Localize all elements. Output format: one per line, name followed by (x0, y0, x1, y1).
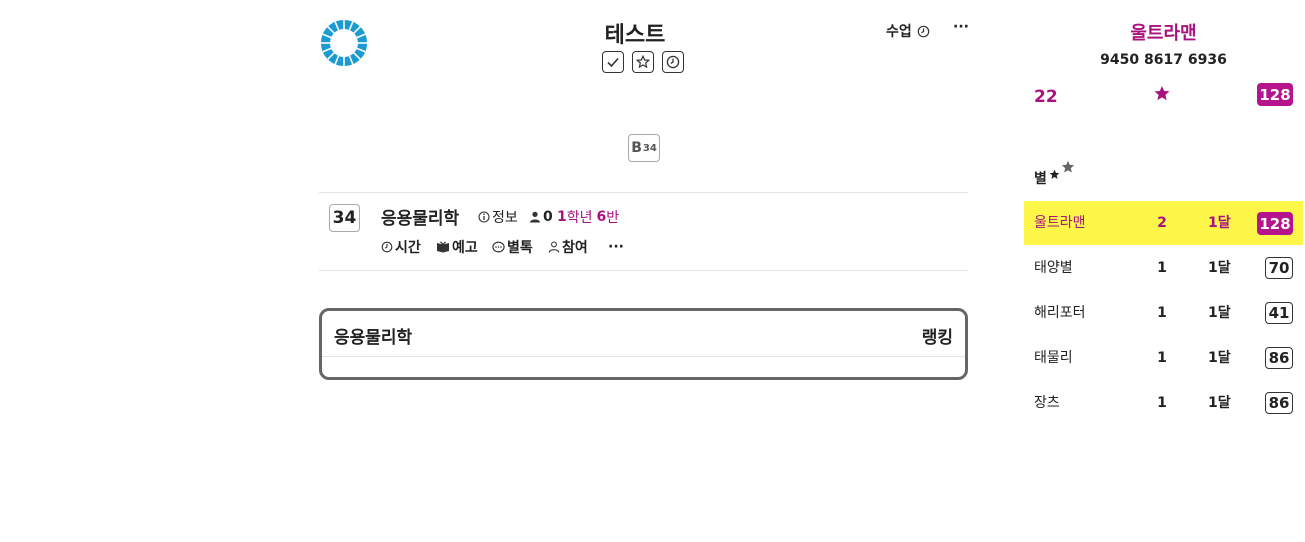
grade-word: 학년 (566, 210, 593, 226)
member-count-value: 0 (543, 209, 553, 225)
panel-divider (322, 356, 965, 357)
more-button[interactable]: ··· (953, 19, 969, 35)
preview-label: 예고 (452, 240, 478, 256)
info-icon (478, 211, 490, 223)
grade-letter: B (631, 140, 642, 156)
profile-name[interactable]: 울트라맨 (1024, 19, 1303, 45)
ranking-section-label: 별 (1034, 171, 1047, 187)
divider (319, 270, 968, 271)
preview-button[interactable]: 예고 (436, 237, 478, 257)
check-icon (607, 57, 619, 68)
profile-score: 128 (1257, 83, 1293, 106)
profile-phone: 9450 8617 6936 (1100, 52, 1227, 68)
logo-ring-icon (321, 20, 367, 66)
course-more-button[interactable]: ··· (608, 237, 624, 257)
star-button[interactable] (632, 51, 654, 73)
ranking-row[interactable]: 태물리 1 1달 86 (1024, 336, 1303, 380)
profile-star[interactable] (1153, 85, 1171, 106)
join-label: 참여 (562, 240, 588, 256)
star-filled-icon (1049, 169, 1060, 179)
class-label: 수업 (886, 24, 912, 40)
ranking-row[interactable]: 장츠 1 1달 86 (1024, 381, 1303, 425)
time-label: 시간 (395, 240, 421, 256)
class-word: 반 (606, 210, 620, 226)
rank-period: 1달 (1208, 215, 1231, 231)
course-info[interactable]: 정보 (478, 207, 518, 227)
class-num: 6 (596, 209, 607, 225)
rank-score: 128 (1257, 212, 1293, 235)
rank-period: 1달 (1208, 350, 1231, 366)
star-filled-icon (1061, 160, 1075, 173)
clock-icon (917, 25, 930, 37)
time-button[interactable]: 시간 (381, 237, 421, 257)
clock-button[interactable] (662, 51, 684, 73)
chat-label: 별톡 (507, 240, 533, 256)
member-count: 0 (529, 207, 553, 227)
book-icon (437, 241, 449, 253)
rank-count: 2 (1157, 215, 1167, 231)
ranking-panel: 응용물리학 랭킹 (319, 308, 968, 380)
profile-left-value: 22 (1034, 87, 1058, 107)
grade-sup: 34 (642, 142, 657, 154)
rank-period: 1달 (1208, 395, 1231, 411)
rank-count: 1 (1157, 395, 1167, 411)
panel-ranking-label[interactable]: 랭킹 (922, 323, 953, 348)
grade-class: 1 학년 6 반 (557, 207, 619, 227)
check-button[interactable] (602, 51, 624, 73)
rank-period: 1달 (1208, 305, 1231, 321)
rank-score: 86 (1265, 392, 1293, 414)
join-button[interactable]: 참여 (548, 237, 588, 257)
star-icon (636, 55, 650, 69)
rank-period: 1달 (1208, 260, 1231, 276)
grade-badge: B 34 (628, 134, 660, 162)
page-title: 테스트 (604, 23, 666, 48)
course-number-badge: 34 (329, 204, 360, 232)
ranking-row[interactable]: 해리포터 1 1달 41 (1024, 291, 1303, 335)
grade-num: 1 (557, 209, 567, 225)
panel-title: 응용물리학 (334, 328, 413, 348)
star-filled-icon (1154, 85, 1170, 101)
rank-score: 41 (1265, 302, 1293, 324)
rank-score: 70 (1265, 257, 1293, 279)
person-outline-icon (548, 241, 560, 253)
rank-name: 울트라맨 (1034, 215, 1086, 231)
course-name[interactable]: 응용물리학 (381, 204, 459, 229)
chat-button[interactable]: 별톡 (492, 237, 533, 257)
ranking-row[interactable]: 태양별 1 1달 70 (1024, 246, 1303, 290)
clock-icon (381, 241, 393, 253)
rank-count: 1 (1157, 350, 1167, 366)
logo[interactable] (320, 19, 368, 67)
class-menu[interactable]: 수업 (886, 21, 930, 41)
rank-name: 장츠 (1034, 395, 1060, 411)
rank-name: 태양별 (1034, 260, 1073, 276)
divider (319, 192, 968, 193)
info-label: 정보 (492, 210, 518, 226)
rank-name: 해리포터 (1034, 305, 1086, 321)
rank-count: 1 (1157, 260, 1167, 276)
chat-icon (492, 241, 505, 253)
clock-icon (666, 55, 680, 69)
rank-name: 태물리 (1034, 350, 1073, 366)
ranking-row[interactable]: 울트라맨 2 1달 128 (1024, 201, 1303, 245)
person-icon (530, 211, 540, 223)
rank-score: 86 (1265, 347, 1293, 369)
rank-count: 1 (1157, 305, 1167, 321)
